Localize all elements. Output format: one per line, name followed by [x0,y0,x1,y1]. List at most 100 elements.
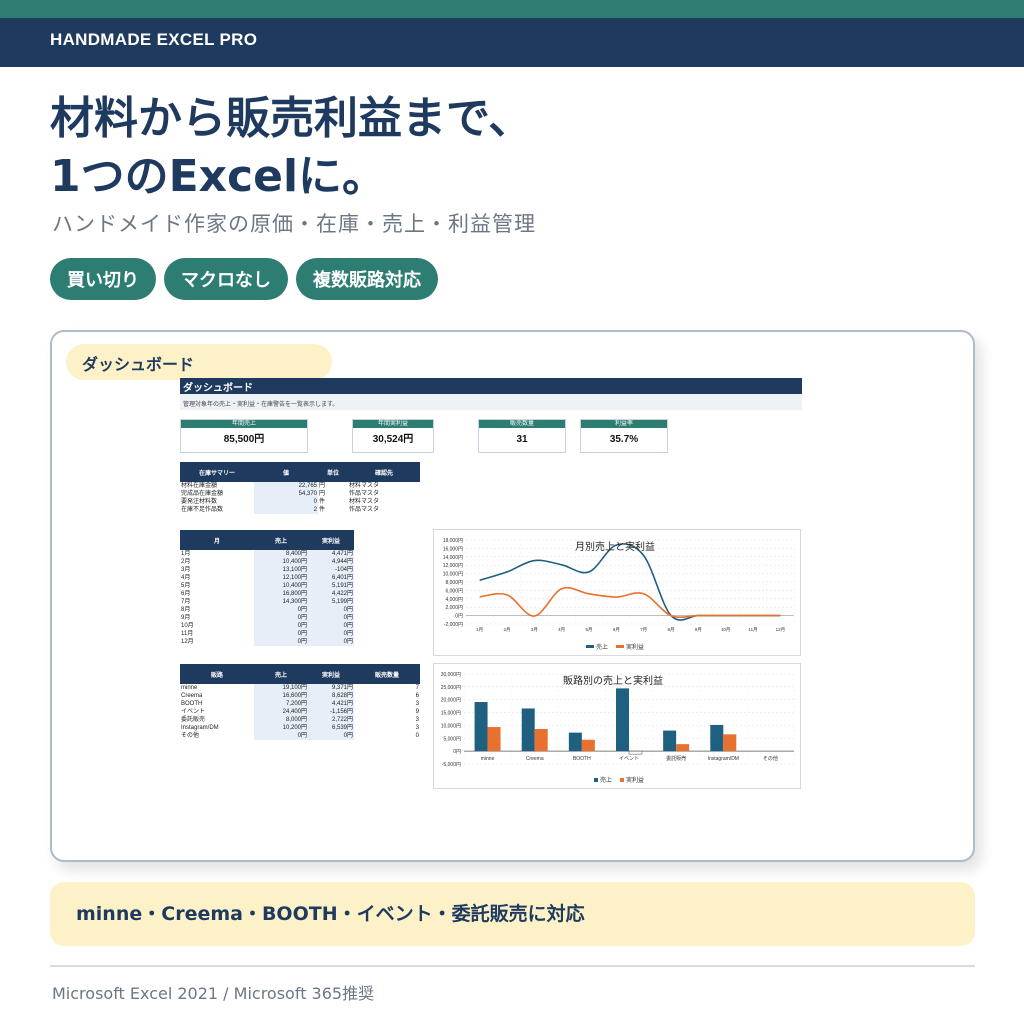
table-row: Creema 16,600円 8,628円 6 [180,692,420,700]
bar-profit [723,734,737,752]
table-cell: 6,401円 [308,574,354,582]
y-tick-label: 8,000円 [445,580,463,586]
kpi-annual-profit: 年間実利益 30,524円 [352,419,434,453]
x-tick-label: 7月 [640,627,647,633]
channel-support-banner: minne・Creema・BOOTH・イベント・委託販売に対応 [50,882,975,946]
legend-swatch [616,645,625,648]
table-cell: 円 [319,491,326,497]
x-tick-label: 2月 [503,627,510,633]
x-tick-label: 6月 [613,627,620,633]
table-cell: 19,100円 [254,684,308,692]
legend-swatch [620,777,625,782]
brand-name: HANDMADE EXCEL PRO [50,30,258,49]
table-row: 8月 0円 0円 [180,606,354,614]
table-cell: 0円 [254,606,308,614]
table-row: イベント 24,400円 -1,156円 9 [180,708,420,716]
table-cell: 4月 [181,575,191,581]
card-label: ダッシュボード [66,344,332,380]
y-tick-label: 30,000円 [441,672,461,678]
headline-line-2: 1つのExcelに。 [50,151,387,202]
table-cell: 2 [254,506,318,514]
table-cell: 3月 [181,567,191,573]
table-cell: 4,944円 [308,558,354,566]
kpi-annual-sales: 年間売上 85,500円 [180,419,308,453]
table-cell: 11月 [181,631,194,637]
table-cell: 4,471円 [308,550,354,558]
table-cell: 2,722円 [308,716,354,724]
bar-sales [568,732,582,752]
legend-label: 実利益 [626,645,645,651]
kpi-label: 年間実利益 [353,420,433,428]
chart-title: 月別売上と実利益 [575,542,655,553]
column-header: 売上 [254,664,308,684]
divider [50,965,975,967]
table-cell: 件 [319,507,326,513]
column-header: 月 [180,530,254,550]
top-accent-stripe [0,0,1024,18]
table-cell: 要発注材料数 [181,499,218,505]
channel-support-text: minne・Creema・BOOTH・イベント・委託販売に対応 [76,903,585,925]
table-cell: 材料マスタ [349,499,380,505]
table-cell: -104円 [308,566,354,574]
x-tick-label: 11月 [748,627,757,633]
kpi-value: 85,500円 [223,434,265,445]
table-row: 10月 0円 0円 [180,622,354,630]
table-row: 2月 10,400円 4,944円 [180,558,354,566]
inventory-summary-table: 在庫サマリー値単位 確認先 材料在庫金額 22,765 円材料マスタ 完成品在庫金額 54… [180,462,420,514]
x-tick-label: その他 [763,755,778,762]
table-cell: BOOTH [181,701,203,707]
table-cell: 0 [415,733,419,739]
table-cell: 0円 [254,630,308,638]
x-tick-label: 10月 [721,627,731,633]
legend-item-profit: 実利益 [616,642,644,651]
y-tick-label: 14,000円 [443,555,463,561]
table-row: BOOTH 7,200円 4,421円 3 [180,700,420,708]
table-cell: 完成品在庫金額 [181,491,224,497]
table-cell: イベント [181,709,206,715]
x-tick-label: 1月 [476,627,483,633]
table-row: 4月 12,100円 6,401円 [180,574,354,582]
y-tick-label: 0円 [453,749,461,755]
headline: 材料から販売利益まで、 1つのExcelに。 [50,90,532,206]
sheet-title: ダッシュボード [180,378,802,394]
table-cell: 1月 [181,551,191,557]
table-row: 委託販売 8,000円 2,722円 3 [180,716,420,724]
table-cell: 9,371円 [308,684,354,692]
column-header: 実利益 [308,664,354,684]
table-cell: -1,156円 [308,708,354,716]
chart-legend: 売上 実利益 [594,775,644,784]
kpi-label: 利益率 [581,420,667,428]
table-row: 完成品在庫金額 54,370 円 作品マスタ [180,490,420,498]
x-tick-label: 4月 [558,627,565,633]
feature-tags: 買い切り マクロなし 複数販路対応 [50,258,438,300]
column-header: 販路 [180,664,254,684]
column-header: 在庫サマリー [180,462,254,482]
monthly-line-chart: -2,000円 0円 2,000円 4,000円 6,000円 8,000円 10,000円… [433,529,801,656]
table-cell: 円 [319,483,326,489]
table-row: 7月 14,300円 5,199円 [180,598,354,606]
brand-bar: HANDMADE EXCEL PRO [0,18,1024,67]
column-header: 実利益 [308,530,354,550]
y-tick-label: 2,000円 [445,605,463,611]
table-row: 在庫不足作品数 2 件 作品マスタ [180,506,420,514]
y-tick-label: 6,000円 [445,588,463,594]
table-cell: 10月 [181,623,194,629]
y-tick-label: 15,000円 [441,711,461,717]
legend-label: 売上 [600,778,613,784]
legend-swatch [594,777,598,782]
spreadsheet-preview: ダッシュボード 管理対象年の売上・実利益・在庫警告を一覧表示します。 年間売上 … [180,378,804,798]
table-cell: 作品マスタ [349,491,380,497]
column-header: 販売数量 [354,664,420,684]
table-cell: 0円 [308,622,354,630]
y-tick-label: 10,000円 [443,572,463,578]
chart-title: 販路別の売上と実利益 [563,676,663,687]
sheet-note: 管理対象年の売上・実利益・在庫警告を一覧表示します。 [180,394,802,410]
table-cell: 8,000円 [254,716,308,724]
table-cell: 24,400円 [254,708,308,716]
table-cell: minne [181,685,198,691]
bar-profit [628,750,643,755]
table-cell: 3 [415,701,419,707]
table-cell: 0円 [308,630,354,638]
y-tick-label: 16,000円 [443,546,463,552]
table-row: 1月 8,400円 4,471円 [180,550,354,558]
